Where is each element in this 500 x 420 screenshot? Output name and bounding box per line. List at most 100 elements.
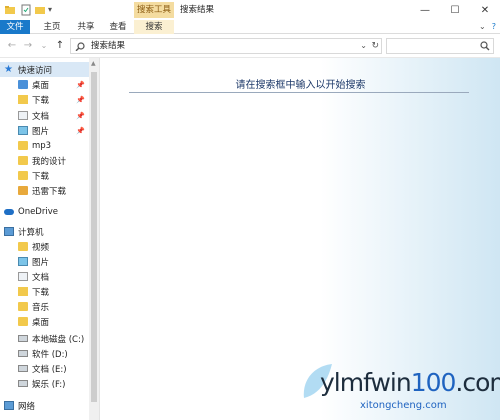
- sidebar-item-desktop[interactable]: 桌面: [18, 77, 49, 92]
- sidebar-item-label: 文档 (E:): [32, 364, 67, 375]
- sidebar-item-desktop-pc[interactable]: 桌面: [18, 314, 49, 329]
- search-location-icon: [75, 42, 85, 51]
- video-folder-icon: [18, 242, 28, 251]
- help-icon[interactable]: ?: [492, 22, 496, 31]
- sidebar-item-videos[interactable]: 视频: [18, 239, 49, 254]
- folder-icon: [18, 171, 28, 180]
- search-input[interactable]: [386, 38, 494, 54]
- sidebar-item-label: 音乐: [32, 302, 50, 313]
- search-icon[interactable]: [480, 41, 490, 51]
- back-button[interactable]: ←: [6, 39, 18, 53]
- address-dropdown-icon[interactable]: ⌄: [360, 39, 367, 53]
- sidebar-item-label: 计算机: [18, 227, 44, 238]
- sidebar-item-label: 视频: [32, 242, 50, 253]
- download-folder-icon: [18, 95, 28, 104]
- breadcrumb[interactable]: 搜索结果: [91, 40, 125, 53]
- sidebar-item-drive-e[interactable]: 文档 (E:): [18, 361, 67, 376]
- sidebar-item-label: OneDrive: [18, 206, 58, 217]
- folder-icon: [18, 156, 28, 165]
- sidebar-item-label: 本地磁盘 (C:): [32, 334, 85, 345]
- sidebar-item-label: 下载: [32, 171, 50, 182]
- sidebar-item-music[interactable]: 音乐: [18, 299, 49, 314]
- document-icon: [18, 272, 28, 281]
- pin-icon[interactable]: 📌: [76, 96, 85, 104]
- ribbon-collapse-icon[interactable]: ⌄: [479, 22, 486, 31]
- cloud-icon: [4, 208, 14, 215]
- sidebar-item-my-design[interactable]: 我的设计: [18, 153, 66, 168]
- ribbon-tabs: 文件 主页 共享 查看 搜索 ⌄ ?: [0, 20, 500, 34]
- sidebar-item-label: 图片: [32, 257, 50, 268]
- sidebar-scrollbar[interactable]: ▲: [89, 58, 99, 420]
- desktop-folder-icon: [18, 317, 28, 326]
- tab-share[interactable]: 共享: [72, 20, 100, 34]
- drive-icon: [18, 350, 28, 357]
- sidebar-item-label: 娱乐 (F:): [32, 379, 66, 390]
- sidebar-item-drive-d[interactable]: 软件 (D:): [18, 346, 68, 361]
- sidebar-item-network[interactable]: 网络: [4, 398, 35, 413]
- sidebar-item-label: 软件 (D:): [32, 349, 68, 360]
- sidebar-item-onedrive[interactable]: OneDrive: [4, 204, 58, 219]
- tab-search[interactable]: 搜索: [134, 20, 174, 34]
- sidebar-item-documents-pc[interactable]: 文档: [18, 269, 49, 284]
- sidebar-item-label: 下载: [32, 287, 50, 298]
- sidebar-item-downloads-pc[interactable]: 下载: [18, 284, 49, 299]
- sidebar-item-label: 网络: [18, 401, 36, 412]
- pin-icon[interactable]: 📌: [76, 81, 85, 89]
- drive-icon: [18, 365, 28, 372]
- tab-home[interactable]: 主页: [38, 20, 66, 34]
- refresh-button[interactable]: ↻: [371, 39, 379, 53]
- sidebar-item-drive-f[interactable]: 娱乐 (F:): [18, 376, 65, 391]
- sidebar-item-pictures[interactable]: 图片: [18, 123, 49, 138]
- context-group-label: 搜索工具: [134, 2, 174, 18]
- download-folder-icon: [18, 287, 28, 296]
- tab-view[interactable]: 查看: [104, 20, 132, 34]
- pin-icon[interactable]: 📌: [76, 112, 85, 120]
- folder-icon: [18, 141, 28, 150]
- sidebar-item-downloads[interactable]: 下载: [18, 92, 49, 107]
- forward-button[interactable]: →: [22, 39, 34, 53]
- up-button[interactable]: ↑: [54, 39, 66, 53]
- sidebar-item-mp3[interactable]: mp3: [18, 138, 51, 153]
- search-hint: 请在搜索框中输入以开始搜索: [235, 80, 366, 91]
- desktop-icon: [18, 80, 28, 89]
- sidebar-item-label: 迅雷下载: [32, 186, 67, 197]
- close-button[interactable]: ✕: [470, 0, 500, 20]
- scroll-up-icon[interactable]: ▲: [91, 60, 96, 67]
- document-icon: [18, 111, 28, 120]
- network-icon: [4, 401, 14, 410]
- sidebar-item-documents[interactable]: 文档: [18, 108, 49, 123]
- sidebar-item-label: 桌面: [32, 80, 50, 91]
- sidebar-item-pictures-pc[interactable]: 图片: [18, 254, 49, 269]
- sidebar-item-label: 快速访问: [18, 65, 53, 76]
- tab-file[interactable]: 文件: [0, 20, 30, 34]
- sidebar-item-computer[interactable]: 计算机: [4, 224, 44, 239]
- quick-access-dropdown-icon[interactable]: ▾: [48, 4, 60, 16]
- sidebar-item-label: 桌面: [32, 317, 50, 328]
- music-folder-icon: [18, 302, 28, 311]
- picture-icon: [18, 257, 28, 266]
- pin-icon[interactable]: 📌: [76, 127, 85, 135]
- sidebar-item-xunlei-downloads[interactable]: 迅雷下载: [18, 183, 66, 198]
- navigation-pane: ★ 快速访问 桌面 📌 下载 📌 文档 📌 图片 📌 mp3 我的设计 下载 迅…: [0, 58, 100, 420]
- sidebar-item-quick-access[interactable]: ★ 快速访问: [0, 62, 90, 77]
- drive-icon: [18, 335, 28, 342]
- window-title: 搜索结果: [180, 5, 215, 15]
- watermark-text: ylmfwin100.com: [320, 368, 500, 397]
- maximize-button[interactable]: ☐: [440, 0, 470, 20]
- address-bar[interactable]: 搜索结果 ⌄ ↻: [70, 38, 382, 54]
- minimize-button[interactable]: —: [410, 0, 440, 20]
- sidebar-item-label: 图片: [32, 126, 50, 137]
- navigation-bar: ← → ⌄ ↑ 搜索结果 ⌄ ↻: [0, 34, 500, 58]
- scrollbar-thumb[interactable]: [91, 72, 97, 402]
- properties-icon[interactable]: [20, 4, 32, 16]
- folder-icon: [5, 6, 15, 14]
- drive-icon: [18, 380, 28, 387]
- title-bar: ▾ 搜索工具 搜索结果 — ☐ ✕: [0, 0, 500, 20]
- sidebar-item-drive-c[interactable]: 本地磁盘 (C:): [18, 331, 84, 346]
- sidebar-item-downloads-2[interactable]: 下载: [18, 168, 49, 183]
- computer-icon: [4, 227, 14, 236]
- recent-locations-button[interactable]: ⌄: [38, 39, 50, 53]
- sidebar-item-label: mp3: [32, 140, 52, 151]
- new-folder-icon[interactable]: [34, 4, 46, 16]
- sidebar-item-label: 文档: [32, 111, 50, 122]
